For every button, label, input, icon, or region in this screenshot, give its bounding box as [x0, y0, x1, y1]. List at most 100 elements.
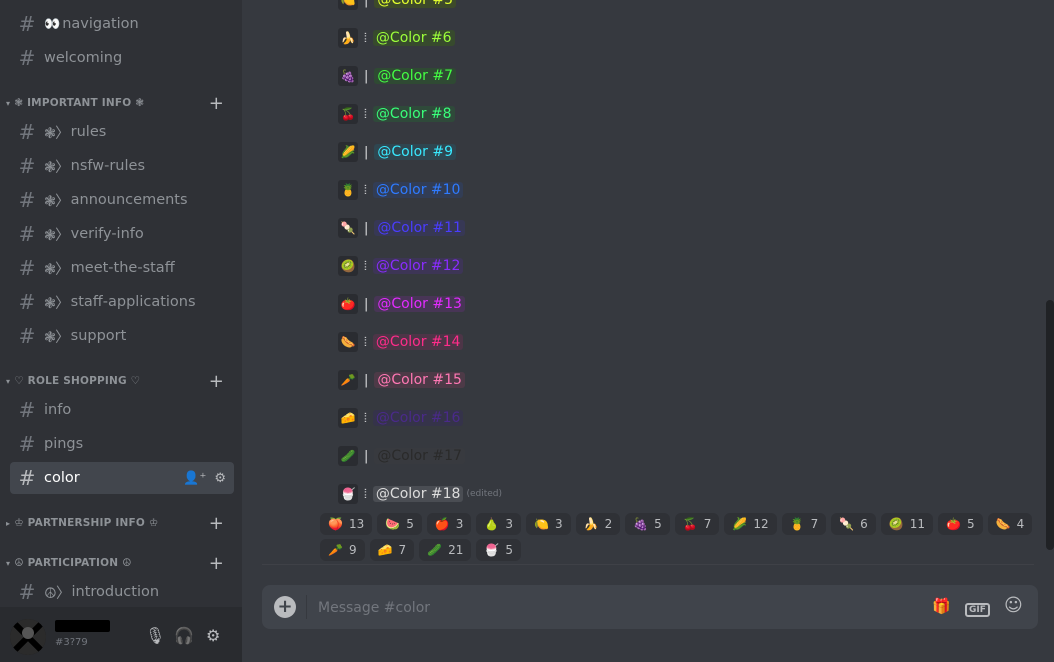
- role-mention[interactable]: @Color #18: [372, 486, 464, 502]
- role-separator: ⦙: [364, 30, 367, 46]
- role-mention[interactable]: @Color #6: [372, 30, 455, 46]
- add-channel-icon[interactable]: +: [209, 513, 224, 534]
- channel-info[interactable]: # info: [10, 394, 234, 426]
- hash-icon: #: [18, 12, 36, 36]
- reaction-button[interactable]: 🥕 9: [320, 539, 365, 561]
- channel-color[interactable]: # color 👤⁺ ⚙: [10, 462, 234, 494]
- channel-support[interactable]: # ❃〉 support: [10, 320, 234, 352]
- gear-icon[interactable]: ⚙: [214, 471, 226, 486]
- channel-label: meet-the-staff: [70, 260, 175, 276]
- role-separator: ⦙: [364, 410, 367, 426]
- scrollbar[interactable]: [1046, 300, 1054, 550]
- channel-rules[interactable]: # ❃〉 rules: [10, 116, 234, 148]
- reaction-button[interactable]: 🍌 2: [575, 513, 621, 535]
- role-separator: |: [364, 144, 369, 160]
- gif-button[interactable]: GIF: [965, 598, 990, 617]
- channel-label: navigation: [62, 16, 139, 32]
- reaction-emoji-icon: 🍐: [484, 517, 500, 531]
- reaction-button[interactable]: 🍅 5: [938, 513, 983, 535]
- role-mention[interactable]: @Color #7: [374, 68, 457, 84]
- message-input[interactable]: [316, 585, 880, 631]
- reaction-button[interactable]: 🍉 5: [377, 513, 422, 535]
- reaction-button[interactable]: 🍐 3: [476, 513, 522, 535]
- role-mention[interactable]: @Color #13: [374, 296, 465, 312]
- channel-announcements[interactable]: # ❃〉 announcements: [10, 184, 234, 216]
- channel-staff-applications[interactable]: # ❃〉 staff-applications: [10, 286, 234, 318]
- reaction-count: 5: [654, 517, 662, 531]
- category-important-info[interactable]: ▾ ❃ IMPORTANT INFO ❃ +: [6, 93, 234, 114]
- reaction-button[interactable]: 🧀 7: [369, 539, 415, 561]
- role-mention[interactable]: @Color #17: [374, 448, 465, 464]
- chevron-right-icon: ▸: [6, 518, 11, 528]
- reaction-button[interactable]: 🍒 7: [674, 513, 720, 535]
- reaction-button[interactable]: 🍡 6: [831, 513, 876, 535]
- role-separator: ⦙: [364, 334, 367, 350]
- channel-deco: ❃〉: [44, 295, 70, 312]
- channel-nsfw-rules[interactable]: # ❃〉 nsfw-rules: [10, 150, 234, 182]
- channel-label: pings: [44, 436, 84, 452]
- channel-verify-info[interactable]: # ❃〉 verify-info: [10, 218, 234, 250]
- hash-icon: #: [18, 398, 36, 422]
- role-row: 🧀 ⦙ @Color #16: [338, 407, 464, 429]
- category-participation[interactable]: ▾ ☮ PARTICIPATION ☮ +: [6, 553, 234, 574]
- reaction-count: 3: [505, 517, 514, 531]
- reaction-button[interactable]: 🍋 3: [526, 513, 571, 535]
- reaction-button[interactable]: 🍍 7: [781, 513, 827, 535]
- channel-navigation[interactable]: # 👀 navigation: [10, 8, 234, 40]
- channel-meet-the-staff[interactable]: # ❃〉 meet-the-staff: [10, 252, 234, 284]
- reaction-button[interactable]: 🌽 12: [724, 513, 777, 535]
- channel-deco: ☮〉: [44, 585, 70, 602]
- message-composer: + 🎁 GIF ☺: [262, 585, 1038, 631]
- role-row: 🥕 | @Color #15: [338, 369, 465, 391]
- create-invite-icon[interactable]: 👤⁺: [183, 471, 206, 486]
- add-channel-icon[interactable]: +: [209, 371, 224, 392]
- role-emoji-icon: 🍋: [338, 0, 358, 10]
- reaction-emoji-icon: 🥝: [888, 517, 904, 531]
- user-tag: #3?79: [55, 637, 88, 648]
- headphones-icon[interactable]: 🎧: [174, 626, 194, 645]
- category-partnership-info[interactable]: ▸ ♔ PARTNERSHIP INFO ♔ +: [6, 513, 234, 534]
- channel-label: info: [44, 402, 72, 418]
- channel-pings[interactable]: # pings: [10, 428, 234, 460]
- hash-icon: #: [18, 46, 36, 70]
- gift-icon[interactable]: 🎁: [932, 597, 951, 615]
- add-channel-icon[interactable]: +: [209, 553, 224, 574]
- divider: [306, 595, 307, 619]
- gear-icon[interactable]: ⚙: [206, 626, 220, 645]
- reaction-button[interactable]: 🍑 13: [320, 513, 373, 535]
- role-mention[interactable]: @Color #15: [374, 372, 465, 388]
- reaction-button[interactable]: 🥒 21: [419, 539, 472, 561]
- reaction-count: 6: [860, 517, 868, 531]
- reaction-button[interactable]: 🥝 11: [880, 513, 934, 535]
- role-mention[interactable]: @Color #9: [374, 144, 457, 160]
- role-mention[interactable]: @Color #12: [372, 258, 464, 274]
- channel-deco: ❃〉: [44, 261, 70, 278]
- reaction-button[interactable]: 🍧 5: [476, 539, 522, 561]
- role-mention[interactable]: @Color #14: [372, 334, 464, 350]
- role-emoji-icon: 🍒: [338, 104, 358, 124]
- role-emoji-icon: 🍧: [338, 484, 358, 504]
- role-mention[interactable]: @Color #8: [372, 106, 455, 122]
- channel-introduction[interactable]: # ☮〉 introduction: [10, 576, 234, 608]
- reaction-button[interactable]: 🌭 4: [987, 513, 1033, 535]
- reaction-button[interactable]: 🍇 5: [625, 513, 670, 535]
- category-role-shopping[interactable]: ▾ ♡ ROLE SHOPPING ♡ +: [6, 371, 234, 392]
- add-channel-icon[interactable]: +: [209, 93, 224, 114]
- role-mention[interactable]: @Color #5: [374, 0, 457, 8]
- reaction-emoji-icon: 🍅: [946, 517, 961, 531]
- emoji-picker-icon[interactable]: ☺: [1004, 595, 1023, 616]
- microphone-icon[interactable]: 🎙: [145, 626, 165, 645]
- user-panel: #3?79 🎙 🎧 ⚙: [0, 607, 242, 662]
- attach-plus-icon[interactable]: +: [274, 596, 296, 618]
- role-row: 🌭 ⦙ @Color #14: [338, 331, 464, 353]
- role-mention[interactable]: @Color #11: [374, 220, 465, 236]
- reaction-count: 4: [1016, 517, 1025, 531]
- hash-icon: #: [18, 154, 36, 178]
- category-label: ❃ IMPORTANT INFO ❃: [14, 97, 145, 109]
- avatar[interactable]: [10, 619, 46, 655]
- reaction-count: 9: [348, 543, 357, 557]
- role-mention[interactable]: @Color #16: [372, 410, 464, 426]
- reaction-button[interactable]: 🍎 3: [426, 513, 472, 535]
- role-mention[interactable]: @Color #10: [372, 182, 464, 198]
- channel-welcoming[interactable]: # welcoming: [10, 42, 234, 74]
